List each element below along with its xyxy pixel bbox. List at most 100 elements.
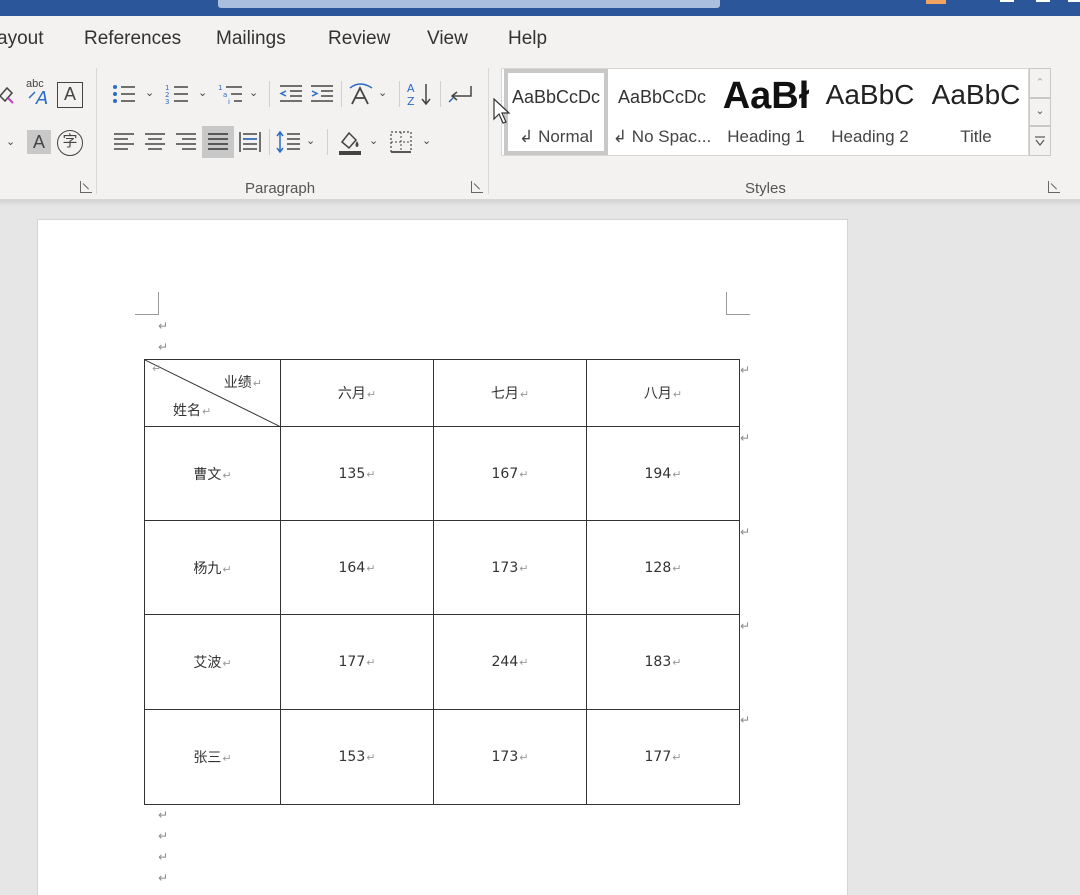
distributed-icon[interactable] (238, 130, 262, 154)
corner-bottom-text: 姓名 (173, 403, 201, 419)
svg-text:Z: Z (407, 95, 415, 107)
header-cell-june[interactable]: 六月↵ (280, 359, 434, 427)
paragraph-dialog-launcher[interactable] (471, 181, 483, 193)
cell-text: 135 (338, 465, 366, 482)
value-cell[interactable]: 167↵ (433, 426, 587, 521)
end-of-row-mark: ↵ (740, 363, 751, 377)
tab-help[interactable]: Help (508, 28, 547, 50)
table-row: 张三↵ 153↵ 173↵ 177↵ (144, 709, 740, 805)
table-row: 艾波↵ 177↵ 244↵ 183↵ (144, 614, 740, 710)
value-cell[interactable]: 135↵ (280, 426, 434, 521)
tab-layout[interactable]: ayout (0, 28, 43, 50)
multilevel-dropdown[interactable]: ⌄ (249, 86, 258, 99)
paragraph-mark: ↵ (158, 871, 169, 885)
ribbon-tabs: ayout References Mailings Review View He… (0, 16, 1080, 64)
style-name: ↲ Normal (519, 127, 593, 146)
multilevel-list-icon[interactable]: 1ai (218, 82, 244, 106)
name-cell[interactable]: 杨九↵ (144, 520, 281, 615)
character-border-icon[interactable]: A (57, 82, 83, 108)
gallery-scroll-down[interactable]: ⌄ (1029, 98, 1051, 126)
numbering-dropdown[interactable]: ⌄ (198, 86, 207, 99)
enclose-characters-icon[interactable]: 字 (57, 130, 83, 156)
value-cell[interactable]: 244↵ (433, 614, 587, 710)
value-cell[interactable]: 173↵ (433, 709, 587, 805)
value-cell[interactable]: 164↵ (280, 520, 434, 615)
align-left-icon[interactable] (112, 130, 136, 154)
separator (96, 68, 97, 194)
close-icon[interactable] (1068, 0, 1080, 2)
cell-text: 177 (644, 749, 672, 765)
value-cell[interactable]: 177↵ (586, 709, 740, 805)
paragraph-mark: ↵ (366, 751, 376, 764)
style-heading-2[interactable]: AaBbC Heading 2 (818, 69, 922, 155)
styles-group-label: Styles (745, 180, 786, 197)
style-heading-1[interactable]: AaBł Heading 1 (716, 69, 816, 155)
corner-bottom-label: 姓名↵ (173, 400, 211, 420)
font-color-dropdown[interactable]: ⌄ (6, 135, 15, 148)
style-name: Title (960, 127, 992, 146)
crop-mark-top-right (726, 292, 750, 315)
minimize-icon[interactable] (1000, 0, 1014, 2)
paragraph-mark: ↵ (366, 561, 376, 575)
paragraph-mark: ↵ (366, 467, 376, 481)
performance-table[interactable]: ↵ 业绩↵ 姓名↵ 六月↵ 七月↵ 八月↵ 曹文↵ 135↵ 167↵ 194↵… (144, 359, 740, 805)
bullets-icon[interactable] (111, 82, 137, 106)
name-cell[interactable]: 艾波↵ (144, 614, 281, 710)
clear-formatting-icon[interactable] (0, 82, 18, 106)
value-cell[interactable]: 177↵ (280, 614, 434, 710)
align-right-icon[interactable] (174, 130, 198, 154)
diagonal-header-cell[interactable]: ↵ 业绩↵ 姓名↵ (144, 359, 281, 427)
header-cell-august[interactable]: 八月↵ (586, 359, 740, 427)
asian-layout-dropdown[interactable]: ⌄ (378, 86, 387, 99)
tab-references[interactable]: References (84, 28, 181, 50)
cell-text: 173 (491, 559, 519, 576)
gallery-scroll-up[interactable]: ⌃ (1029, 68, 1051, 98)
value-cell[interactable]: 173↵ (433, 520, 587, 615)
account-icon[interactable] (926, 0, 946, 4)
search-box[interactable] (218, 0, 720, 8)
value-cell[interactable]: 194↵ (586, 426, 740, 521)
styles-dialog-launcher[interactable] (1048, 181, 1060, 193)
line-spacing-dropdown[interactable]: ⌄ (306, 134, 315, 147)
name-cell[interactable]: 曹文↵ (144, 426, 281, 521)
paragraph-mark: ↵ (158, 829, 169, 843)
text-effects-icon[interactable]: abc A (25, 78, 53, 108)
value-cell[interactable]: 183↵ (586, 614, 740, 710)
style-name: Heading 1 (727, 127, 805, 146)
mouse-cursor-icon (493, 97, 513, 131)
paragraph-mark: ↵ (158, 319, 169, 333)
paragraph-mark: ↵ (202, 405, 212, 418)
header-cell-july[interactable]: 七月↵ (433, 359, 587, 427)
style-normal[interactable]: AaBbCcDc ↲ Normal (504, 69, 608, 155)
borders-dropdown[interactable]: ⌄ (422, 134, 431, 147)
decrease-indent-icon[interactable] (278, 82, 304, 106)
increase-indent-icon[interactable] (309, 82, 335, 106)
show-hide-marks-icon[interactable] (447, 82, 475, 106)
paragraph-mark: ↵ (366, 656, 376, 669)
shading-dropdown[interactable]: ⌄ (369, 134, 378, 147)
line-spacing-icon[interactable] (276, 130, 302, 154)
borders-icon[interactable] (389, 130, 415, 154)
font-dialog-launcher[interactable] (80, 181, 92, 193)
tab-review[interactable]: Review (328, 28, 390, 50)
style-no-spacing[interactable]: AaBbCcDc ↲ No Spac... (610, 69, 714, 155)
restore-icon[interactable] (1036, 0, 1050, 2)
svg-text:a: a (223, 91, 227, 99)
align-center-icon[interactable] (143, 130, 167, 154)
bullets-dropdown[interactable]: ⌄ (145, 86, 154, 99)
numbering-icon[interactable]: 123 (164, 82, 190, 106)
tab-mailings[interactable]: Mailings (216, 28, 286, 50)
tab-view[interactable]: View (427, 28, 468, 50)
gallery-more-icon[interactable] (1029, 126, 1051, 156)
name-cell[interactable]: 张三↵ (144, 709, 281, 805)
character-shading-icon[interactable]: A (27, 130, 51, 154)
value-cell[interactable]: 153↵ (280, 709, 434, 805)
cell-text: 164 (338, 559, 366, 576)
asian-layout-icon[interactable] (348, 82, 376, 106)
sort-icon[interactable]: AZ (406, 81, 434, 107)
shading-icon[interactable] (336, 128, 364, 156)
style-title[interactable]: AaBbC Title (924, 69, 1028, 155)
style-preview: AaBbC (931, 79, 1021, 110)
value-cell[interactable]: 128↵ (586, 520, 740, 615)
justify-icon[interactable] (202, 126, 234, 158)
